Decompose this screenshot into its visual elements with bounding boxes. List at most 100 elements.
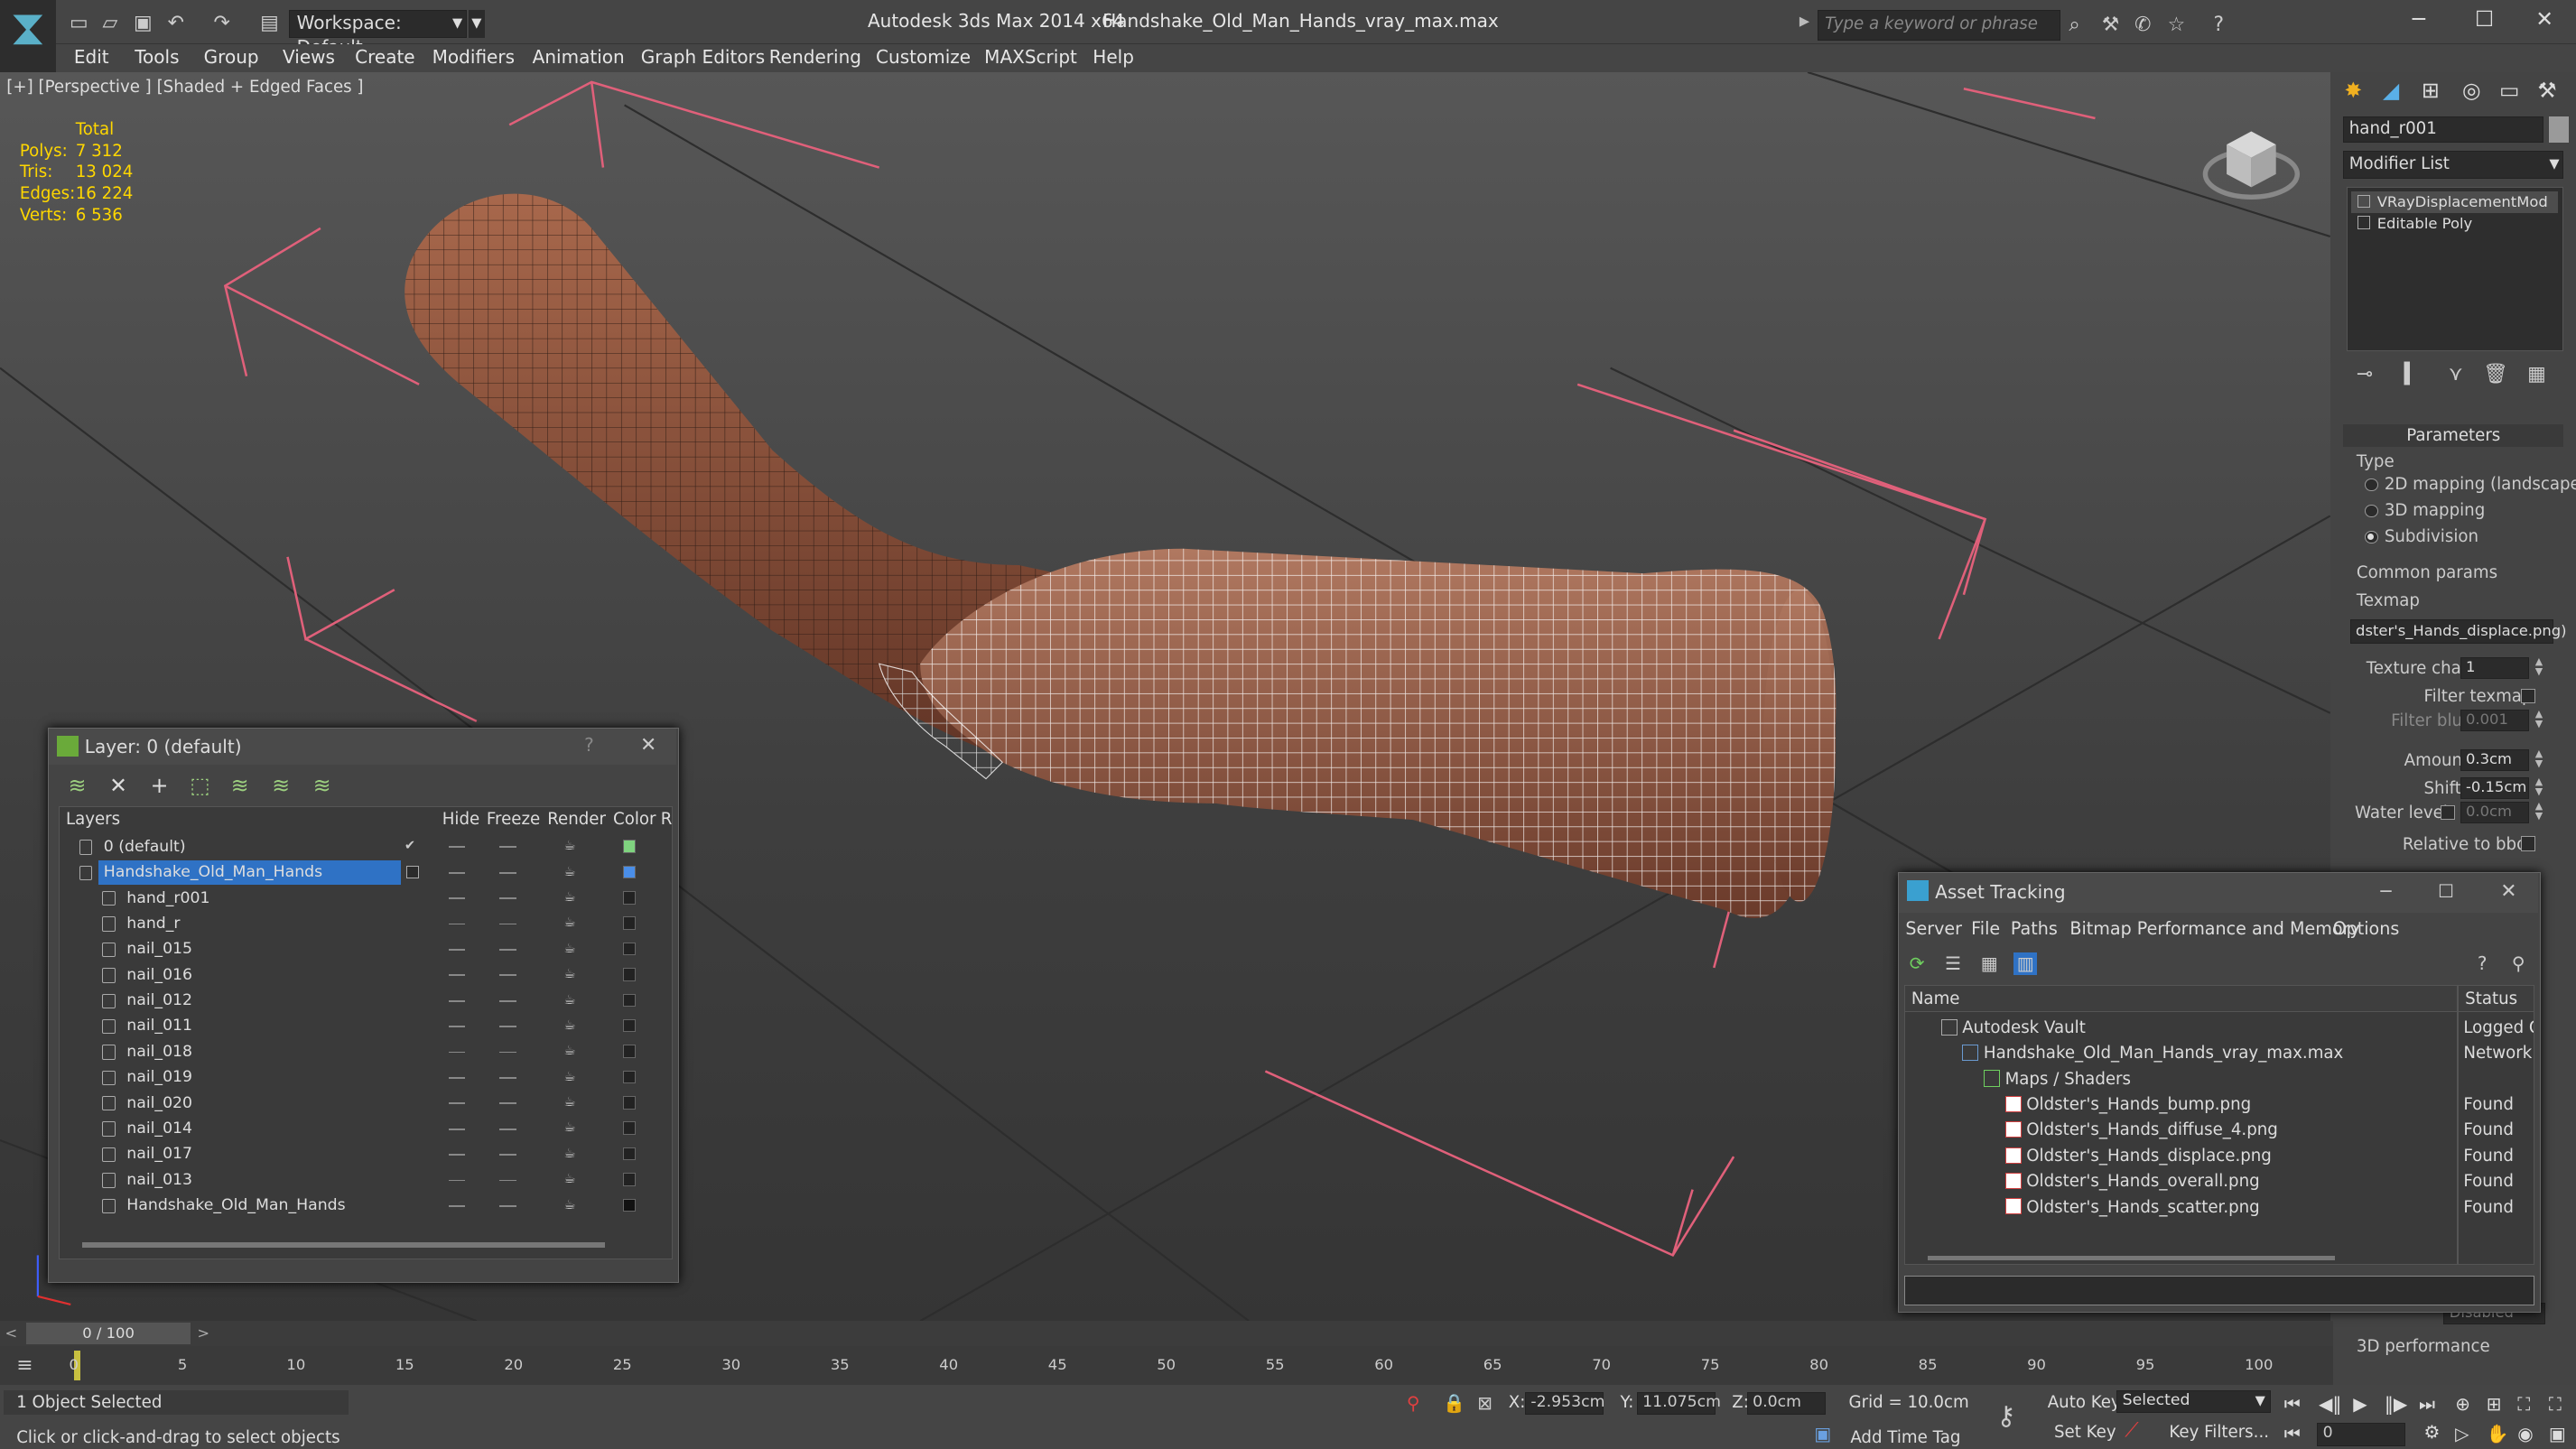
render-teapot-icon[interactable]: ☕ xyxy=(563,1172,578,1186)
communication-icon[interactable]: ✆ xyxy=(2134,14,2151,36)
render-teapot-icon[interactable]: ☕ xyxy=(563,967,578,981)
help-icon[interactable]: ? xyxy=(584,734,594,756)
render-teapot-icon[interactable]: ☕ xyxy=(563,1121,578,1135)
render-teapot-icon[interactable]: ☕ xyxy=(563,1045,578,1058)
menu-file[interactable]: File xyxy=(1971,918,2000,939)
menu-bitmap-performance[interactable]: Bitmap Performance and Memory xyxy=(2069,918,2359,939)
layer-row[interactable]: nail_013 ☕ xyxy=(60,1168,671,1194)
layer-row[interactable]: Handshake_Old_Man_Hands ☕ xyxy=(60,860,671,886)
hide-toggle[interactable] xyxy=(449,1179,466,1182)
help-icon[interactable]: ? xyxy=(2470,952,2493,975)
menu-rendering[interactable]: Rendering xyxy=(769,46,861,68)
menu-tools[interactable]: Tools xyxy=(135,46,179,68)
create-tab-icon[interactable]: ✸ xyxy=(2337,78,2369,107)
radio-subdivision[interactable] xyxy=(2364,530,2378,544)
minimize-icon[interactable]: ─ xyxy=(2413,6,2425,32)
help-icon[interactable]: ? xyxy=(2214,14,2225,36)
close-icon[interactable]: ✕ xyxy=(2500,880,2516,903)
maximize-icon[interactable]: ☐ xyxy=(2438,880,2454,902)
freeze-toggle[interactable] xyxy=(499,999,516,1002)
menu-help[interactable]: Help xyxy=(1093,46,1134,68)
shift-field[interactable]: -0.15cm xyxy=(2460,776,2529,799)
render-teapot-icon[interactable]: ☕ xyxy=(563,1147,578,1161)
play-icon[interactable]: ▶ xyxy=(2353,1393,2367,1415)
hide-toggle[interactable] xyxy=(449,923,466,925)
search-expand-icon[interactable]: ▶ xyxy=(1799,14,1809,29)
expand-icon[interactable] xyxy=(2357,216,2371,229)
remove-modifier-icon[interactable]: 🗑 xyxy=(2483,363,2508,385)
key-icon[interactable]: ⚷ xyxy=(1996,1400,2015,1431)
key-mode-icon[interactable]: ⏮ xyxy=(2284,1423,2301,1445)
col-color[interactable]: Color xyxy=(613,810,656,829)
minimize-icon[interactable]: ─ xyxy=(2380,880,2391,902)
render-teapot-icon[interactable]: ☕ xyxy=(563,865,578,879)
layer-color-swatch[interactable] xyxy=(622,993,637,1008)
col-freeze[interactable]: Freeze xyxy=(487,810,540,829)
asset-row[interactable]: Handshake_Old_Man_Hands_vray_max.max Netw… xyxy=(1905,1041,2534,1066)
undo-icon[interactable]: ↶ xyxy=(163,10,189,36)
delete-layer-icon[interactable]: ✕ xyxy=(109,773,127,798)
current-layer-check-icon[interactable]: ✔ xyxy=(405,839,419,853)
set-key-filter-icon[interactable]: ⟋ xyxy=(2125,1419,2138,1442)
save-icon[interactable]: ▣ xyxy=(130,10,156,36)
menu-modifiers[interactable]: Modifiers xyxy=(432,46,515,68)
layer-row[interactable]: hand_r001 ☕ xyxy=(60,887,671,912)
stack-item-editable-poly[interactable]: Editable Poly xyxy=(2351,213,2558,235)
freeze-toggle[interactable] xyxy=(499,1128,516,1130)
list-view-icon[interactable]: ☰ xyxy=(1941,952,1964,975)
menu-options[interactable]: Options xyxy=(2333,918,2400,939)
asset-row[interactable]: Oldster's_Hands_overall.png Found xyxy=(1905,1169,2534,1194)
horizontal-scrollbar[interactable] xyxy=(1928,1255,2336,1261)
render-teapot-icon[interactable]: ☕ xyxy=(563,916,578,930)
zoom-extents-icon[interactable]: ⛶ xyxy=(2517,1393,2530,1416)
key-filters-button[interactable]: Key Filters... xyxy=(2169,1423,2269,1442)
configure-sets-icon[interactable]: ▦ xyxy=(2527,363,2546,385)
spinner-icon[interactable]: ▲ ▼ xyxy=(2533,709,2546,731)
freeze-all-icon[interactable]: ≋ xyxy=(313,773,331,798)
layer-row[interactable]: nail_014 ☕ xyxy=(60,1117,671,1142)
zoom-extents-all-icon[interactable]: ⛶ xyxy=(2549,1393,2562,1416)
water-level-checkbox[interactable] xyxy=(2440,804,2456,821)
x-coordinate-field[interactable]: -2.953cm xyxy=(1524,1391,1604,1415)
current-frame-field[interactable]: 0 xyxy=(2317,1423,2406,1446)
hierarchy-tab-icon[interactable]: ⊞ xyxy=(2414,78,2447,107)
col-status[interactable]: Status xyxy=(2465,989,2517,1008)
layer-color-swatch[interactable] xyxy=(622,916,637,930)
hide-toggle[interactable] xyxy=(449,1204,466,1207)
object-name-field[interactable]: hand_r001 xyxy=(2343,116,2544,144)
project-folder-icon[interactable]: ▤ xyxy=(256,10,283,36)
radio-2d-mapping[interactable] xyxy=(2364,478,2378,492)
freeze-toggle[interactable] xyxy=(499,897,516,900)
spinner-icon[interactable]: ▲ ▼ xyxy=(2533,656,2546,679)
stack-item-vray-displacement[interactable]: VRayDisplacementMod xyxy=(2350,191,2558,213)
utilities-tab-icon[interactable]: ⚒ xyxy=(2531,78,2563,107)
redo-icon[interactable]: ↷ xyxy=(209,10,235,36)
zoom-all-icon[interactable]: ⊞ xyxy=(2487,1393,2502,1415)
layer-row[interactable]: nail_017 ☕ xyxy=(60,1142,671,1167)
menu-edit[interactable]: Edit xyxy=(74,46,109,68)
freeze-toggle[interactable] xyxy=(499,1204,516,1207)
freeze-toggle[interactable] xyxy=(499,1179,516,1182)
prev-frame-icon[interactable]: < xyxy=(5,1324,17,1342)
zoom-icon[interactable]: ⊕ xyxy=(2455,1393,2470,1415)
menu-maxscript[interactable]: MAXScript xyxy=(984,46,1077,68)
layer-row[interactable]: Handshake_Old_Man_Hands ☕ xyxy=(60,1194,671,1219)
binoculars-icon[interactable]: ⌕ xyxy=(2069,14,2079,36)
asset-row[interactable]: Autodesk Vault Logged O xyxy=(1905,1016,2534,1041)
hide-toggle[interactable] xyxy=(449,999,466,1002)
time-tag-icon[interactable]: ▣ xyxy=(1814,1423,1831,1444)
layer-color-swatch[interactable] xyxy=(622,968,637,981)
asset-row[interactable]: Oldster's_Hands_scatter.png Found xyxy=(1905,1195,2534,1221)
select-objects-icon[interactable]: ⬚ xyxy=(190,773,209,798)
water-level-field[interactable]: 0.0cm xyxy=(2460,802,2529,823)
hide-toggle[interactable] xyxy=(449,1102,466,1105)
subscription-icon[interactable]: ⚒ xyxy=(2102,14,2120,36)
amount-field[interactable]: 0.3cm xyxy=(2460,748,2529,771)
next-frame-icon[interactable]: > xyxy=(197,1324,209,1342)
set-current-checkbox[interactable] xyxy=(405,865,420,879)
layer-color-swatch[interactable] xyxy=(622,890,637,905)
horizontal-scrollbar[interactable] xyxy=(82,1242,605,1248)
render-teapot-icon[interactable]: ☕ xyxy=(563,1198,578,1212)
layer-dialog-titlebar[interactable]: Layer: 0 (default) xyxy=(48,729,676,766)
layer-color-swatch[interactable] xyxy=(622,1173,637,1186)
